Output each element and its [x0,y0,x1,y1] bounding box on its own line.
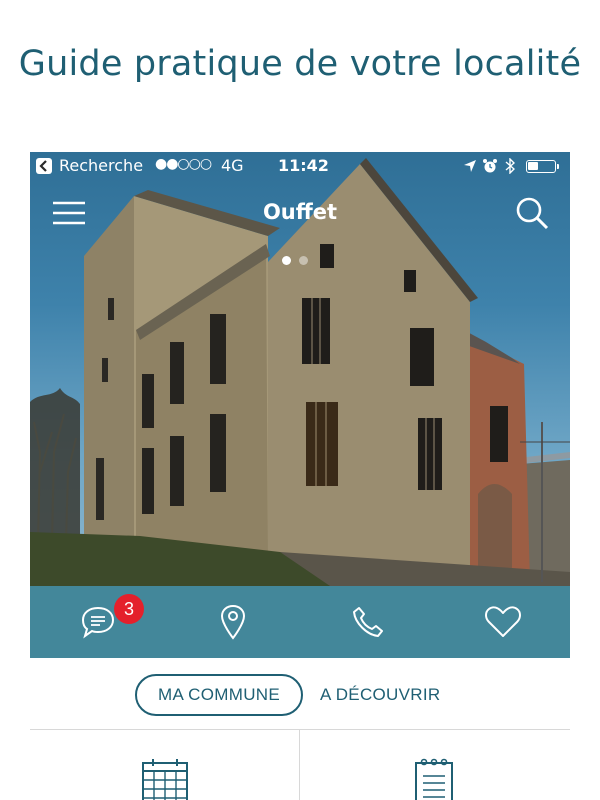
battery-icon [526,160,559,173]
notepad-icon [415,758,453,800]
phone-icon [352,607,383,637]
carousel-indicator[interactable] [282,250,316,265]
back-to-app-icon[interactable] [36,158,52,174]
phone-button[interactable] [300,586,435,658]
action-bar: 3 [30,586,570,658]
network-type: 4G [221,156,244,175]
app-screenshot: Recherche ●●○○○ 4G 11:42 Ouffet 3 MA COM… [30,152,570,800]
chat-bubble-icon [81,606,114,639]
status-time: 11:42 [278,156,329,175]
status-bar: Recherche ●●○○○ 4G 11:42 [30,152,570,180]
section-tabs: MA COMMUNE A DÉCOUVRIR [30,658,570,730]
calendar-icon [142,759,188,800]
location-arrow-icon [464,160,476,172]
map-pin-icon [220,604,245,640]
search-icon[interactable] [514,195,550,231]
nav-title: Ouffet [262,200,338,224]
hamburger-menu-icon[interactable] [52,200,86,226]
carousel-dot-active[interactable] [282,256,291,265]
tab-a-decouvrir[interactable]: A DÉCOUVRIR [320,674,440,716]
back-app-label[interactable]: Recherche [59,156,143,175]
status-icons [460,157,564,175]
alarm-icon [483,159,497,173]
page-headline: Guide pratique de votre localité [18,44,582,84]
bluetooth-icon [505,158,515,174]
hero-image: Recherche ●●○○○ 4G 11:42 Ouffet [30,152,570,586]
signal-strength: ●●○○○ [155,156,212,172]
tab-ma-commune[interactable]: MA COMMUNE [135,674,303,716]
location-button[interactable] [165,586,300,658]
tile-notepad[interactable] [300,730,569,800]
favorites-button[interactable] [435,586,570,658]
heart-icon [484,606,521,637]
messages-badge: 3 [114,594,144,624]
tile-calendar[interactable] [30,730,299,800]
carousel-dot[interactable] [299,256,308,265]
nav-bar: Ouffet [30,192,570,234]
messages-button[interactable]: 3 [30,586,165,658]
